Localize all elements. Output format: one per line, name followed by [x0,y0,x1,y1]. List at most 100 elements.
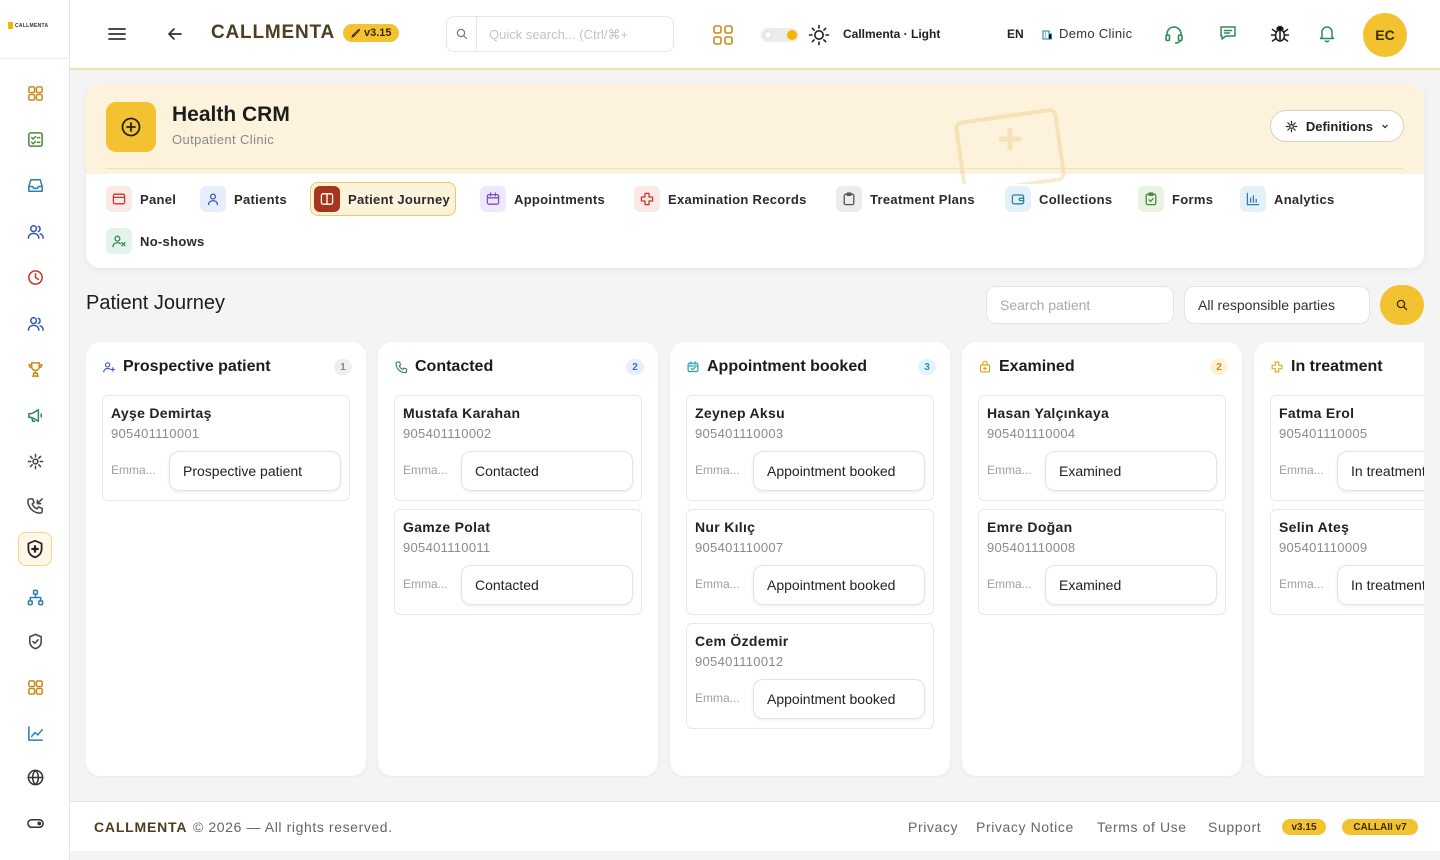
tab-patient-journey[interactable]: Patient Journey [310,182,457,216]
user-menu[interactable]: EC [1363,13,1407,57]
bug-icon [1270,25,1290,42]
patient-card[interactable]: Zeynep Aksu 905401110003 Emma... Appointmen… [686,395,934,501]
tab-label: Collections [1039,191,1113,207]
chat-icon [1220,26,1236,40]
journey-column: Contacted 2 Mustafa Karahan 905401110002 Emm… [378,342,658,776]
stage-select[interactable]: Prospective patient [169,451,341,491]
stage-select[interactable]: Appointment booked [753,451,925,491]
search-button[interactable] [1380,285,1424,325]
settings-icon [1285,120,1298,132]
sidebar-item-inbox[interactable] [18,168,52,202]
patient-phone: 905401110007 [695,540,784,555]
sidebar-item-shield-check[interactable] [18,624,52,658]
sidebar-item-sitemap[interactable] [18,580,52,614]
footer-link-support[interactable]: Support [1208,819,1261,835]
patient-search-input[interactable] [1000,297,1160,313]
tab-patients[interactable]: Patients [196,182,293,216]
tab-appointments[interactable]: Appointments [476,182,611,216]
tab-panel[interactable]: Panel [102,182,182,216]
quick-search[interactable] [446,16,674,52]
trophy-icon [28,361,42,377]
patient-card[interactable]: Hasan Yalçınkaya 905401110004 Emma... Exami… [978,395,1226,501]
patient-name: Fatma Erol [1279,405,1355,421]
tab-label: Appointments [514,191,605,207]
patient-search-field[interactable] [986,286,1174,324]
footer-link-privacy-notice[interactable]: Privacy Notice [976,819,1074,835]
tab-no-shows[interactable]: No-shows [102,224,211,258]
patient-card[interactable]: Mustafa Karahan 905401110002 Emma... Contac… [394,395,642,501]
stage-select[interactable]: Appointment booked [753,565,925,605]
inbox-icon [27,178,43,192]
sidebar-item-trophy[interactable] [18,352,52,386]
sidebar-item-users[interactable] [18,214,52,248]
tab-analytics[interactable]: Analytics [1236,182,1341,216]
sidebar-item-grid[interactable] [18,76,52,110]
logo-mark [8,22,13,29]
sidebar-item-settings[interactable] [18,444,52,478]
patient-name: Mustafa Karahan [403,405,521,421]
module-title: Health CRM [172,103,290,126]
stage-select[interactable]: Examined [1045,565,1217,605]
sidebar-logo[interactable]: CALLMENTA [8,22,48,29]
sidebar-item-grid[interactable] [18,670,52,704]
sidebar-item-shield-plus[interactable] [18,532,52,566]
patient-card[interactable]: Nur Kılıç 905401110007 Emma... Appointment … [686,509,934,615]
footer-link-privacy[interactable]: Privacy [908,819,958,835]
quick-search-input[interactable] [477,26,667,42]
patient-phone: 905401110004 [987,426,1076,441]
column-count-badge: 2 [626,359,644,375]
definitions-label: Definitions [1305,118,1373,134]
apps-button[interactable] [712,24,734,46]
sidebar-item-phone-incoming[interactable] [18,488,52,522]
notifications-button[interactable] [1317,23,1337,43]
sun-icon[interactable] [808,24,830,46]
stage-select[interactable]: Contacted [461,451,633,491]
stage-select[interactable]: In treatment [1337,565,1424,605]
theme-switch[interactable] [761,28,799,42]
back-button[interactable] [166,25,184,43]
patient-card[interactable]: Ayşe Demirtaş 905401110001 Emma... Prospect… [102,395,350,501]
menu-button[interactable] [107,24,127,44]
support-button[interactable] [1163,23,1185,45]
responsible-owner: Emma... [987,463,1032,477]
brand-block[interactable]: CALLMENTA v3.15 [211,22,399,44]
patient-card[interactable]: Gamze Polat 905401110011 Emma... Contacted [394,509,642,615]
stage-select[interactable]: Examined [1045,451,1217,491]
bar-chart-icon [1240,186,1266,212]
patient-phone: 905401110011 [403,540,491,555]
sidebar-item-megaphone[interactable] [18,398,52,432]
sidebar-item-globe[interactable] [18,760,52,794]
theme-label[interactable]: Callmenta · Light [843,27,940,41]
patient-card[interactable]: Selin Ateş 905401110009 Emma... In treatmen… [1270,509,1424,615]
sidebar-item-toggle[interactable] [18,806,52,840]
avatar[interactable]: EC [1363,13,1407,57]
stage-select[interactable]: Appointment booked [753,679,925,719]
patient-phone: 905401110008 [987,540,1076,555]
sidebar-item-chart-line[interactable] [18,716,52,750]
patient-card[interactable]: Emre Doğan 905401110008 Emma... Examined [978,509,1226,615]
column-count-badge: 1 [334,359,352,375]
patient-card[interactable]: Cem Özdemir 905401110012 Emma... Appointmen… [686,623,934,729]
sidebar-item-checklist[interactable] [18,122,52,156]
patient-card[interactable]: Fatma Erol 905401110005 Emma... In treatmen… [1270,395,1424,501]
sidebar-divider [0,58,70,59]
responsible-filter[interactable]: All responsible parties [1184,286,1370,324]
theme-toggle[interactable] [761,28,799,42]
tab-treatment-plans[interactable]: Treatment Plans [832,182,981,216]
language-switcher[interactable]: EN [1007,27,1024,41]
tab-collections[interactable]: Collections [1001,182,1118,216]
tab-forms[interactable]: Forms [1134,182,1219,216]
sidebar-item-clock[interactable] [18,260,52,294]
column-header: Prospective patient 1 [102,356,352,378]
clinic-switcher[interactable]: Demo Clinic [1041,26,1132,41]
bug-report-button[interactable] [1269,23,1291,45]
messages-button[interactable] [1218,23,1238,43]
footer-link-terms[interactable]: Terms of Use [1097,819,1187,835]
stage-select[interactable]: In treatment [1337,451,1424,491]
search-icon [447,16,477,52]
sidebar-item-users-group[interactable] [18,306,52,340]
tab-examination-records[interactable]: Examination Records [630,182,813,216]
clinic-name: Demo Clinic [1059,26,1133,41]
definitions-button[interactable]: Definitions [1269,110,1404,142]
stage-select[interactable]: Contacted [461,565,633,605]
